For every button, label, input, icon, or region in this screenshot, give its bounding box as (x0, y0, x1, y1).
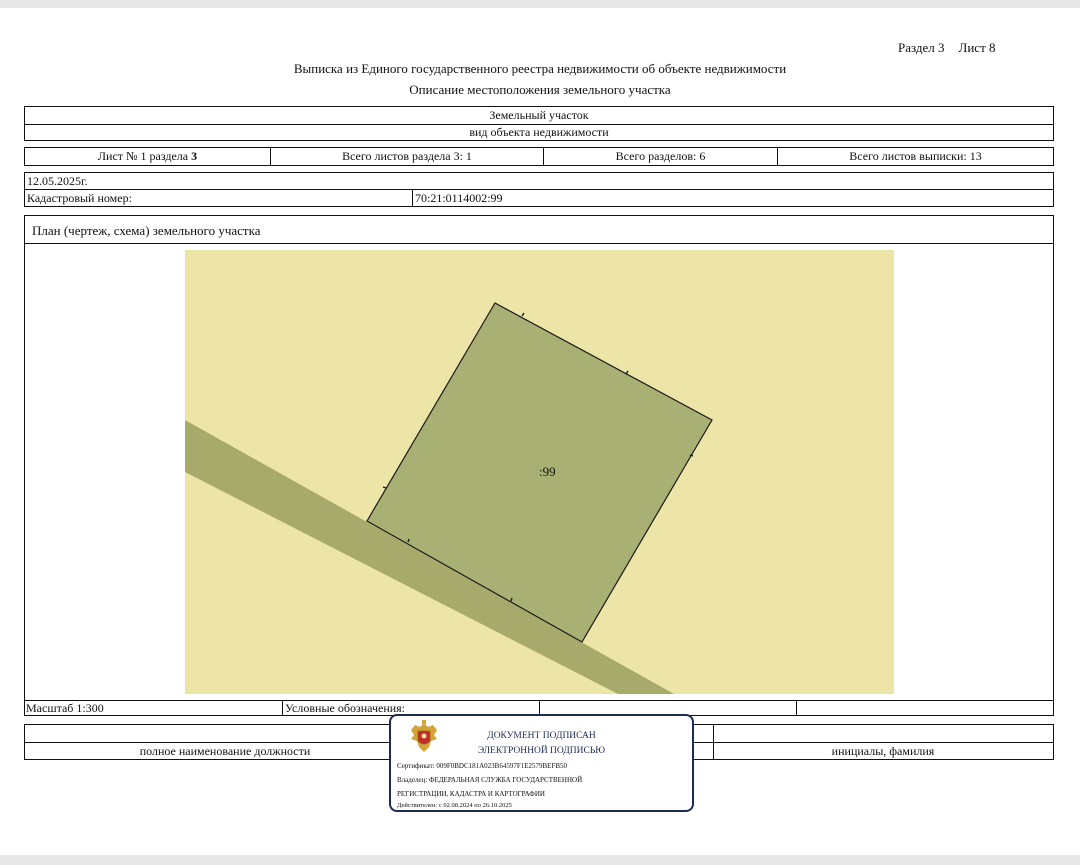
electronic-signature-stamp: ДОКУМЕНТ ПОДПИСАН ЭЛЕКТРОННОЙ ПОДПИСЬЮ С… (389, 714, 694, 812)
total-sections: Всего разделов: 6 (543, 148, 777, 165)
cadastral-label: Кадастровый номер: (27, 191, 132, 205)
bottom-gray-band (0, 855, 1080, 865)
info-table: 12.05.2025г. Кадастровый номер: 70:21:01… (24, 172, 1054, 207)
sheet-number: Лист 8 (958, 40, 996, 55)
cadastral-row: Кадастровый номер: 70:21:0114002:99 (25, 189, 1053, 207)
extract-date: 12.05.2025г. (27, 174, 88, 188)
legend-cell-3 (796, 701, 797, 716)
object-type-table: Земельный участок вид объекта недвижимос… (24, 106, 1054, 141)
top-gray-band (0, 0, 1080, 8)
stamp-validity: Действителен: с 02.08.2024 по 26.10.2025 (397, 802, 512, 809)
parcel-label: :99 (539, 464, 556, 479)
total-section-sheets: Всего листов раздела 3: 1 (270, 148, 543, 165)
cadastral-number: 70:21:0114002:99 (412, 190, 503, 207)
stamp-title-line2: ЭЛЕКТРОННОЙ ПОДПИСЬЮ (477, 746, 606, 756)
stamp-owner-line1: Владелец: ФЕДЕРАЛЬНАЯ СЛУЖБА ГОСУДАРСТВЕ… (397, 776, 583, 784)
parcel-map-drawing: :99 (185, 302, 713, 694)
document-subtitle: Описание местоположения земельного участ… (409, 82, 671, 97)
total-extract-sheets: Всего листов выписки: 13 (777, 148, 1053, 165)
plan-heading: План (чертеж, схема) земельного участка (32, 223, 261, 238)
parcel-map: :99 (185, 250, 894, 694)
object-type-caption: вид объекта недвижимости (25, 124, 1053, 140)
name-caption: инициалы, фамилия (831, 744, 935, 758)
sheet-number-section: 3 (191, 149, 198, 163)
legend-label: Условные обозначения: (282, 701, 405, 716)
sheets-table: Лист № 1 раздела 3 Всего листов раздела … (24, 147, 1054, 166)
position-caption: полное наименование должности (139, 744, 311, 758)
date-row: 12.05.2025г. (25, 173, 1053, 189)
sheet-number-text: Лист № 1 раздела (97, 149, 192, 163)
plan-heading-row: План (чертеж, схема) земельного участка (25, 216, 1053, 244)
stamp-owner-line2: РЕГИСТРАЦИИ, КАДАСТРА И КАРТОГРАФИИ (397, 790, 545, 798)
object-type-value: Земельный участок (489, 108, 589, 122)
stamp-certificate: Сертификат: 009F0BDC181A023B64597F1E2579… (397, 762, 568, 770)
sheet-reference: Раздел 3 Лист 8 (898, 40, 996, 56)
section-number: Раздел 3 (898, 40, 945, 55)
document-title: Выписка из Единого государственного реес… (293, 61, 787, 76)
scale-label: Масштаб 1:300 (26, 701, 104, 715)
stamp-title-line1: ДОКУМЕНТ ПОДПИСАН (487, 731, 596, 741)
sheet-number-cell: Лист № 1 раздела 3 (25, 148, 270, 165)
